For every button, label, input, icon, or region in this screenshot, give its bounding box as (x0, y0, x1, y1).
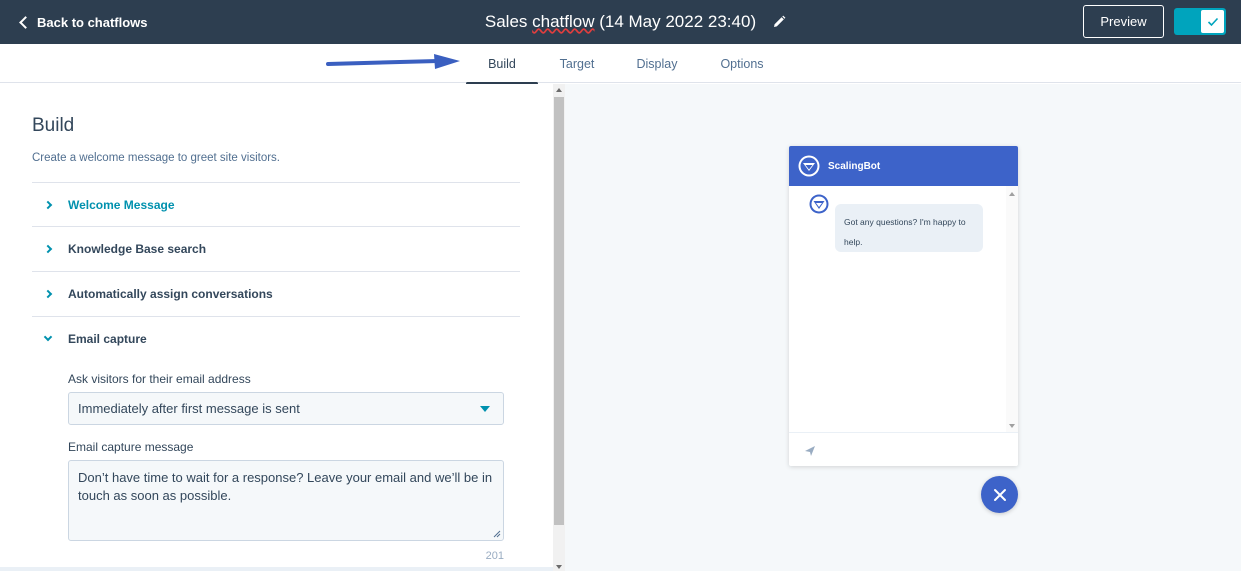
panel-scrollbar[interactable] (553, 84, 565, 571)
toggle-knob (1201, 10, 1224, 33)
section-assign-conversations[interactable]: Automatically assign conversations (32, 271, 520, 315)
publish-toggle[interactable] (1174, 8, 1226, 35)
section-knowledge-base-search[interactable]: Knowledge Base search (32, 226, 520, 270)
chat-widget-header: ScalingBot (789, 146, 1018, 186)
tab-bar: Build Target Display Options (0, 44, 1241, 85)
resize-handle-icon[interactable] (493, 530, 501, 538)
section-welcome-message[interactable]: Welcome Message (32, 182, 520, 226)
annotation-arrow-icon (326, 54, 460, 69)
pencil-icon[interactable] (772, 15, 786, 29)
chat-widget-preview: ScalingBot Got any questions? I'm happy … (789, 146, 1018, 466)
scroll-up-icon[interactable] (1009, 192, 1015, 196)
scroll-down-icon[interactable] (1009, 424, 1015, 428)
tab-display[interactable]: Display (626, 44, 688, 83)
title-suffix: (14 May 2022 23:40) (594, 12, 757, 31)
chatflow-title[interactable]: Sales chatflow (14 May 2022 23:40) (455, 12, 786, 32)
ask-email-label: Ask visitors for their email address (68, 372, 251, 386)
email-message-textarea[interactable]: Don’t have time to wait for a response? … (68, 460, 504, 541)
tab-build[interactable]: Build (466, 44, 538, 85)
chat-input-area[interactable] (789, 432, 1018, 466)
check-icon (1207, 17, 1218, 26)
bot-name: ScalingBot (828, 160, 881, 172)
ask-email-select[interactable]: Immediately after first message is sent (68, 392, 504, 425)
section-label: Automatically assign conversations (68, 286, 273, 301)
back-label: Back to chatflows (37, 14, 148, 30)
title-prefix: Sales (484, 12, 533, 31)
caret-down-icon (480, 406, 490, 412)
bot-avatar-icon (798, 155, 820, 177)
scroll-up-icon[interactable] (556, 88, 562, 92)
close-icon (993, 488, 1006, 501)
chevron-right-icon (43, 289, 53, 298)
chevron-right-icon (43, 200, 53, 209)
close-chat-button[interactable] (981, 476, 1018, 513)
email-message-label: Email capture message (68, 440, 194, 454)
chevron-left-icon (19, 15, 32, 29)
bot-message-bubble: Got any questions? I'm happy to help. (835, 204, 983, 252)
ask-email-value: Immediately after first message is sent (78, 401, 300, 416)
title-underlined: chatflow (532, 12, 595, 31)
section-email-capture[interactable]: Email capture (32, 316, 520, 360)
character-count: 201 (485, 550, 504, 562)
top-bar: Back to chatflows Sales chatflow (14 May… (0, 0, 1241, 44)
tab-options[interactable]: Options (708, 44, 776, 83)
back-to-chatflows-link[interactable]: Back to chatflows (18, 0, 148, 44)
section-label: Email capture (68, 331, 147, 346)
bot-message-avatar-icon (809, 194, 829, 214)
scrollbar-thumb[interactable] (554, 97, 564, 525)
tab-target[interactable]: Target (548, 44, 606, 83)
preview-button[interactable]: Preview (1083, 5, 1164, 38)
section-label: Welcome Message (68, 197, 175, 212)
chevron-down-icon (43, 332, 53, 341)
page-title: Build (32, 115, 75, 136)
chat-scrollbar[interactable] (1006, 186, 1018, 432)
send-icon[interactable] (804, 445, 816, 457)
chevron-right-icon (43, 244, 53, 253)
section-label: Knowledge Base search (68, 241, 207, 256)
build-subtitle: Create a welcome message to greet site v… (32, 152, 280, 164)
scroll-down-icon[interactable] (556, 565, 562, 569)
